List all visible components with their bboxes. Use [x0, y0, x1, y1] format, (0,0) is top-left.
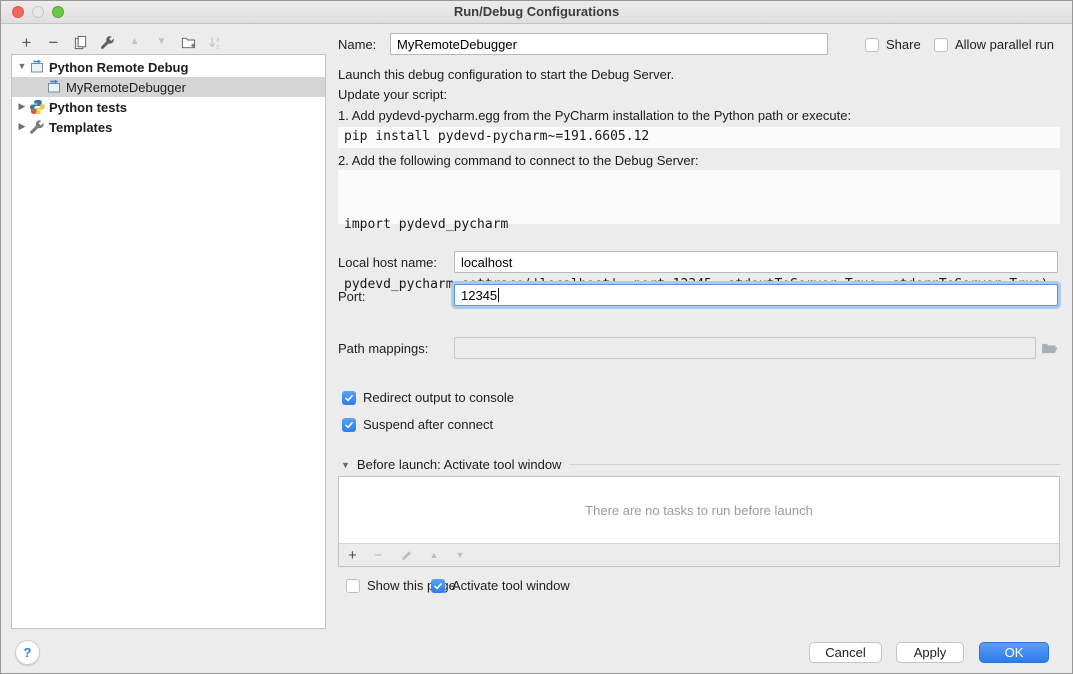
share-checkbox[interactable]: Share [865, 37, 921, 52]
svg-text:a: a [216, 36, 220, 43]
checkbox-checked-icon[interactable] [342, 418, 356, 432]
checkbox-unchecked-icon[interactable] [865, 38, 879, 52]
port-label: Port: [338, 289, 365, 304]
launch-instruction-text: Launch this debug configuration to start… [338, 67, 674, 82]
allow-parallel-run-checkbox[interactable]: Allow parallel run [934, 37, 1054, 52]
checkbox-checked-icon[interactable] [342, 391, 356, 405]
tree-item-templates[interactable]: ▶ Templates [12, 117, 325, 137]
step2-text: 2. Add the following command to connect … [338, 153, 699, 168]
sort-alphabetically-icon: az [208, 35, 223, 50]
name-label: Name: [338, 37, 376, 52]
cancel-button[interactable]: Cancel [809, 642, 882, 663]
text-caret [498, 288, 499, 302]
path-mappings-input[interactable] [454, 337, 1036, 359]
empty-tasks-message: There are no tasks to run before launch [339, 477, 1059, 543]
folder-icon [1041, 342, 1058, 355]
configurations-tree: ▼ Python Remote Debug MyRemoteDebugger ▶… [11, 54, 326, 629]
new-folder-button[interactable] [175, 31, 202, 53]
edit-defaults-wrench-icon [100, 35, 115, 50]
sort-configurations-button[interactable]: az [202, 31, 229, 53]
tree-item-python-remote-debug[interactable]: ▼ Python Remote Debug [12, 57, 325, 77]
help-icon: ? [24, 645, 32, 660]
checkbox-unchecked-icon[interactable] [934, 38, 948, 52]
tree-item-label: MyRemoteDebugger [66, 80, 186, 95]
python-tests-icon [29, 99, 45, 115]
add-icon: + [22, 34, 32, 51]
edit-task-pencil-icon[interactable] [400, 549, 413, 562]
templates-wrench-icon [29, 119, 45, 135]
move-down-icon: ▼ [157, 37, 167, 47]
remote-debug-icon [29, 59, 45, 75]
window-title: Run/Debug Configurations [1, 4, 1072, 19]
step1-text: 1. Add pydevd-pycharm.egg from the PyCha… [338, 108, 851, 123]
ok-button[interactable]: OK [979, 642, 1049, 663]
chevron-right-icon[interactable]: ▶ [16, 122, 28, 131]
move-down-button[interactable]: ▼ [148, 31, 175, 53]
update-script-text: Update your script: [338, 87, 447, 102]
move-task-down-button[interactable]: ▼ [455, 550, 464, 560]
move-up-icon: ▲ [130, 37, 140, 47]
before-launch-title: Before launch: Activate tool window [357, 457, 562, 472]
run-debug-configurations-dialog: Run/Debug Configurations + − ▲ ▼ az ▼ Py… [0, 0, 1073, 674]
activate-tool-window-checkbox[interactable]: Activate tool window [431, 578, 570, 593]
tree-item-label: Python tests [49, 100, 127, 115]
pip-command-code: pip install pydevd-pycharm~=191.6605.12 [338, 127, 1060, 148]
share-checkbox-label: Share [886, 37, 921, 52]
remove-icon: − [49, 34, 59, 51]
before-launch-task-list: There are no tasks to run before launch … [338, 476, 1060, 567]
chevron-down-icon[interactable]: ▼ [341, 460, 350, 470]
add-configuration-button[interactable]: + [13, 31, 40, 53]
allow-parallel-run-label: Allow parallel run [955, 37, 1054, 52]
local-host-input[interactable] [454, 251, 1058, 273]
chevron-down-icon[interactable]: ▼ [16, 62, 28, 71]
svg-text:z: z [216, 43, 219, 49]
copy-configuration-button[interactable] [67, 31, 94, 53]
redirect-output-checkbox[interactable]: Redirect output to console [342, 390, 514, 405]
move-up-button[interactable]: ▲ [121, 31, 148, 53]
title-bar: Run/Debug Configurations [1, 1, 1072, 24]
redirect-output-label: Redirect output to console [363, 390, 514, 405]
name-input[interactable] [390, 33, 828, 55]
remote-debug-icon [46, 79, 62, 95]
tree-item-label: Python Remote Debug [49, 60, 188, 75]
section-divider [569, 464, 1060, 465]
help-button[interactable]: ? [15, 640, 40, 665]
before-launch-header[interactable]: ▼ Before launch: Activate tool window [341, 457, 1060, 472]
remove-configuration-button[interactable]: − [40, 31, 67, 53]
apply-button[interactable]: Apply [896, 642, 964, 663]
activate-tool-window-label: Activate tool window [452, 578, 570, 593]
copy-icon [73, 35, 88, 50]
chevron-right-icon[interactable]: ▶ [16, 102, 28, 111]
edit-defaults-button[interactable] [94, 31, 121, 53]
suspend-after-connect-checkbox[interactable]: Suspend after connect [342, 417, 493, 432]
add-task-button[interactable]: + [348, 548, 357, 563]
checkbox-unchecked-icon[interactable] [346, 579, 360, 593]
configurations-toolbar: + − ▲ ▼ az [13, 31, 229, 53]
local-host-label: Local host name: [338, 255, 437, 270]
checkbox-checked-icon[interactable] [431, 579, 445, 593]
tree-item-python-tests[interactable]: ▶ Python tests [12, 97, 325, 117]
new-folder-icon [181, 35, 196, 50]
port-input[interactable] [454, 284, 1058, 306]
settrace-code-block: import pydevd_pycharm pydevd_pycharm.set… [338, 170, 1060, 224]
path-mappings-label: Path mappings: [338, 341, 428, 356]
code-line-1: import pydevd_pycharm [344, 215, 1054, 235]
tree-item-myremotedebugger[interactable]: MyRemoteDebugger [12, 77, 325, 97]
suspend-after-connect-label: Suspend after connect [363, 417, 493, 432]
move-task-up-button[interactable]: ▲ [430, 550, 439, 560]
task-toolbar: + − ▲ ▼ [339, 543, 1059, 566]
tree-item-label: Templates [49, 120, 112, 135]
remove-task-button[interactable]: − [374, 548, 383, 563]
path-mappings-browse-button[interactable] [1039, 340, 1059, 356]
